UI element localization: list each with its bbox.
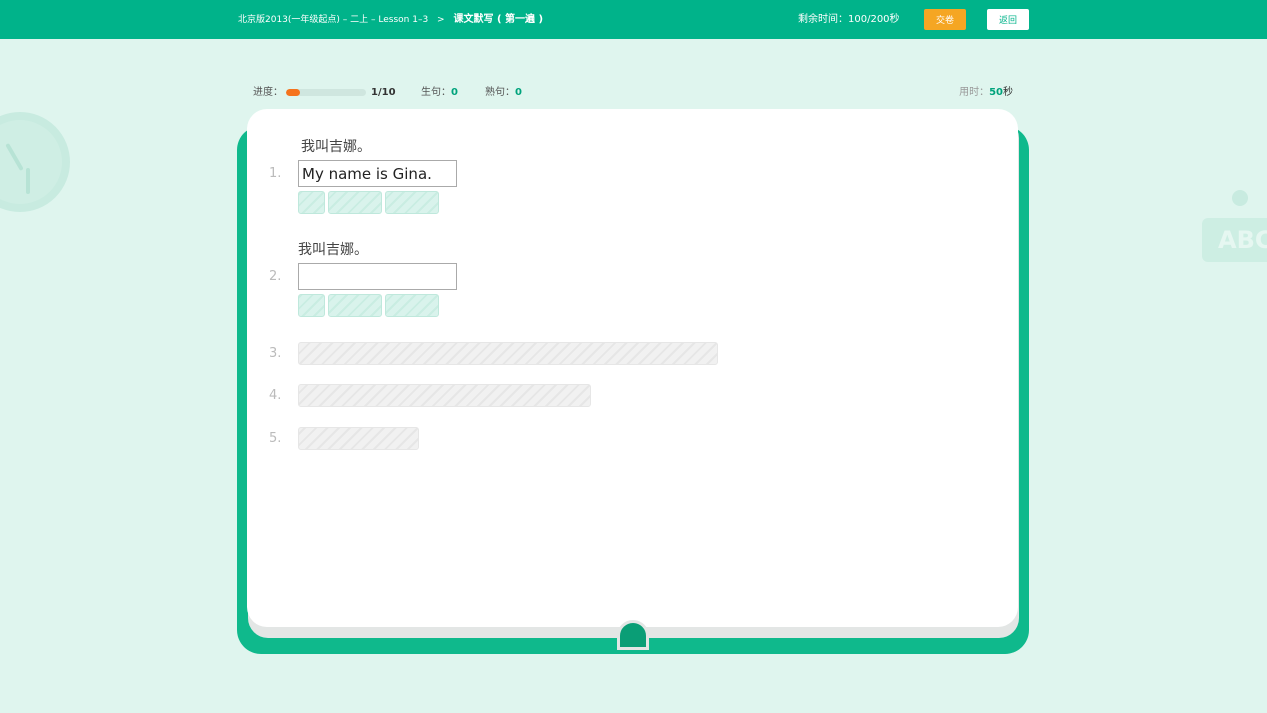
remaining-time: 剩余时间：100/200秒	[798, 0, 900, 39]
word-hint-box[interactable]	[328, 191, 382, 214]
back-button[interactable]: 返回	[987, 9, 1029, 30]
question-chinese: 我叫吉娜。	[301, 139, 371, 155]
breadcrumb-path[interactable]: 北京版2013(一年级起点) – 二上 – Lesson 1–3	[238, 15, 428, 25]
status-row: 进度： 1/10 生句：0 熟句：0 用时：50秒	[253, 84, 1018, 102]
top-bar: 北京版2013(一年级起点) – 二上 – Lesson 1–3 > 课文默写 …	[0, 0, 1267, 39]
breadcrumb-separator: >	[437, 15, 445, 25]
word-hint-box[interactable]	[328, 294, 382, 317]
progress-bar	[286, 89, 366, 96]
abc-sign-decoration: ABC	[1202, 218, 1267, 262]
word-hint-box[interactable]	[385, 294, 439, 317]
word-hint-box[interactable]	[298, 294, 325, 317]
familiar-sentences-label: 熟句：	[485, 87, 515, 98]
answer-input[interactable]	[298, 263, 457, 290]
progress-current: 1	[371, 87, 378, 98]
time-used-label: 用时：	[959, 87, 990, 98]
question-number: 4.	[269, 388, 282, 403]
locked-sentence-placeholder	[298, 427, 419, 450]
clock-decoration-icon	[0, 112, 70, 212]
remaining-time-value: 100/200秒	[848, 14, 900, 25]
progress-fill	[286, 89, 300, 96]
submit-button[interactable]: 交卷	[924, 9, 966, 30]
answer-input[interactable]	[298, 160, 457, 187]
question-number: 1.	[269, 166, 282, 181]
hanger-decoration	[1232, 190, 1248, 206]
progress-total: /10	[377, 87, 396, 98]
familiar-sentences: 熟句：0	[485, 84, 522, 102]
locked-sentence-placeholder	[298, 342, 718, 365]
question-number: 2.	[269, 269, 282, 284]
remaining-time-label: 剩余时间：	[798, 14, 848, 25]
new-sentences: 生句：0	[421, 84, 458, 102]
progress-label: 进度：	[253, 87, 283, 98]
question-number: 3.	[269, 346, 282, 361]
breadcrumb-current: 课文默写 ( 第一遍 )	[453, 14, 544, 25]
locked-sentence-placeholder	[298, 384, 591, 407]
new-sentences-count: 0	[451, 87, 458, 98]
question-number: 5.	[269, 431, 282, 446]
progress-count: 1/10	[371, 84, 396, 102]
familiar-sentences-count: 0	[515, 87, 522, 98]
word-hint-box[interactable]	[385, 191, 439, 214]
time-used: 用时：50秒	[959, 84, 1013, 102]
new-sentences-label: 生句：	[421, 87, 451, 98]
word-hint-box[interactable]	[298, 191, 325, 214]
breadcrumb: 北京版2013(一年级起点) – 二上 – Lesson 1–3 > 课文默写 …	[238, 0, 543, 39]
time-used-value: 50	[989, 87, 1003, 98]
time-used-unit: 秒	[1003, 87, 1013, 98]
question-chinese: 我叫吉娜。	[298, 242, 368, 258]
book-spine-notch	[617, 620, 649, 650]
